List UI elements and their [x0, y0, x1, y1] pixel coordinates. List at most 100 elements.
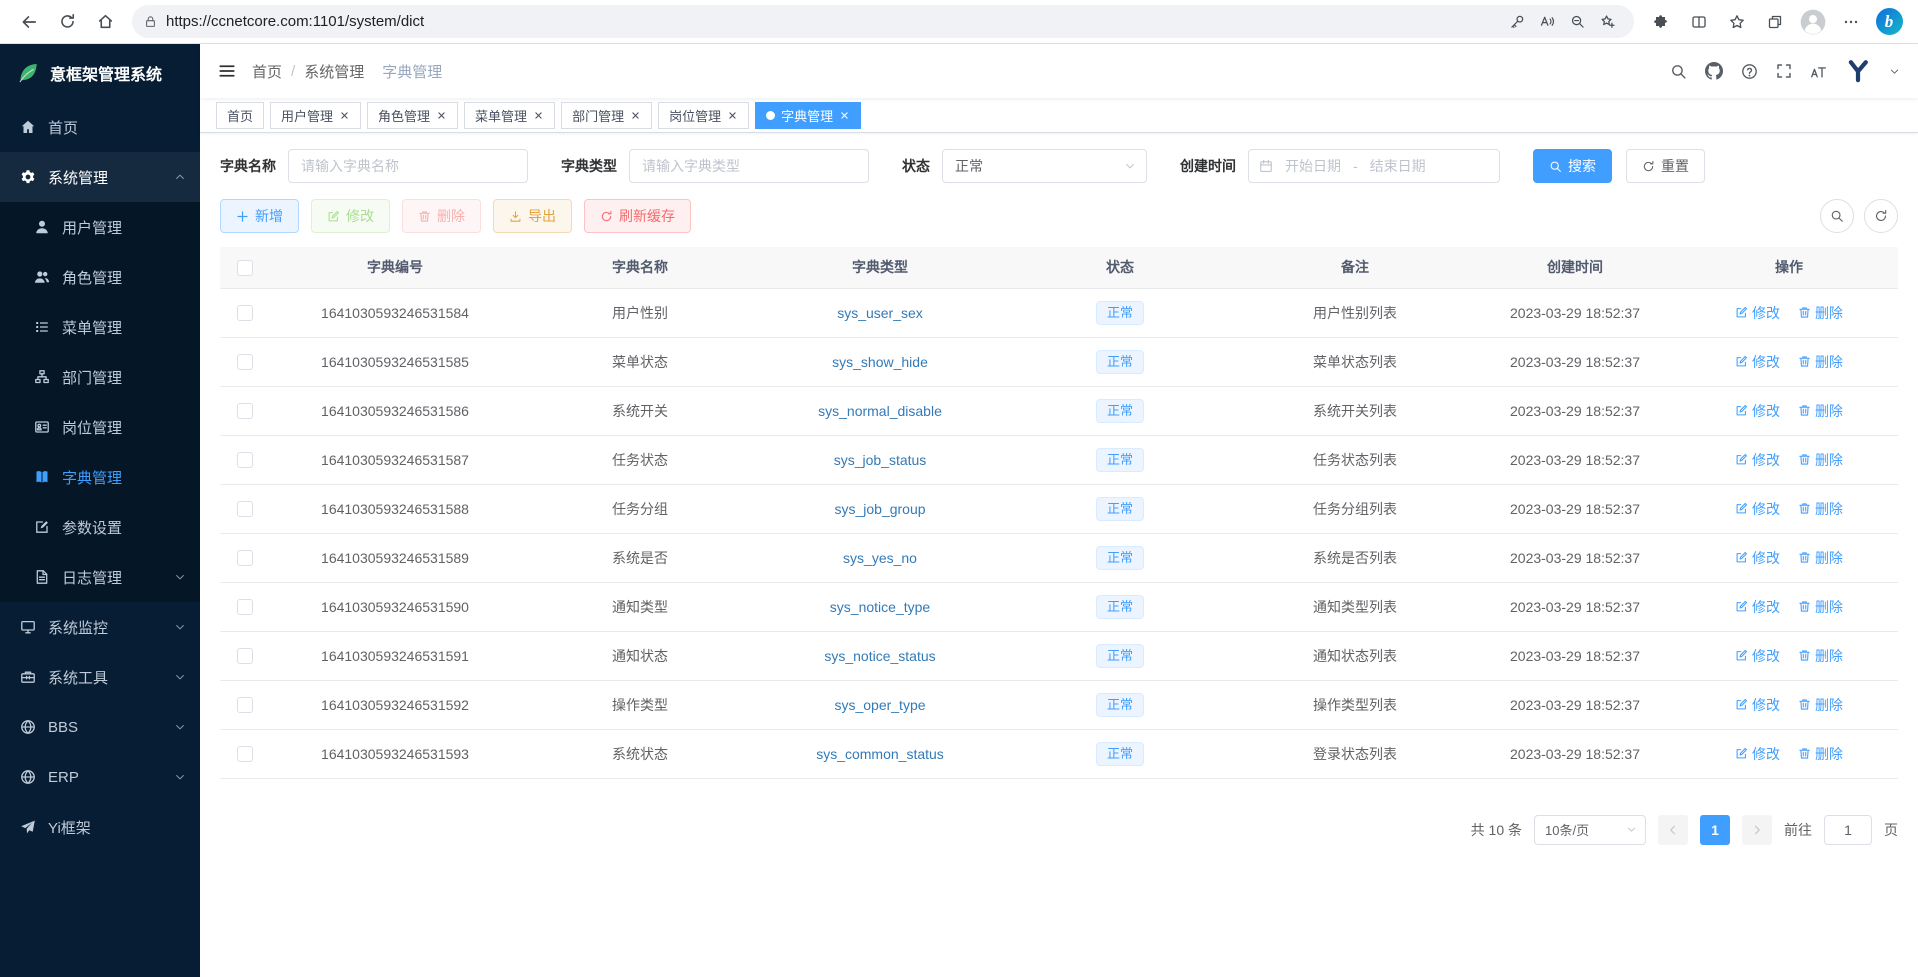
tab-dept-management[interactable]: 部门管理 [561, 102, 652, 129]
sidebar-item-system-tools[interactable]: 系统工具 [0, 652, 200, 702]
prev-page-button[interactable] [1658, 815, 1688, 845]
sidebar-item-role-management[interactable]: 角色管理 [0, 252, 200, 302]
dict-type-link[interactable]: sys_job_group [834, 501, 925, 517]
row-edit-button[interactable]: 修改 [1735, 401, 1780, 421]
sidebar-item-menu-management[interactable]: 菜单管理 [0, 302, 200, 352]
collections-button[interactable] [1756, 5, 1794, 39]
row-delete-button[interactable]: 删除 [1798, 401, 1843, 421]
edit-button[interactable]: 修改 [311, 199, 390, 233]
dict-type-link[interactable]: sys_normal_disable [818, 403, 942, 419]
row-checkbox[interactable] [237, 746, 253, 762]
tab-dict-management[interactable]: 字典管理 [755, 102, 861, 129]
row-checkbox[interactable] [237, 648, 253, 664]
row-delete-button[interactable]: 删除 [1798, 597, 1843, 617]
row-checkbox[interactable] [237, 599, 253, 615]
sidebar-item-post-management[interactable]: 岗位管理 [0, 402, 200, 452]
tab-post-management[interactable]: 岗位管理 [658, 102, 749, 129]
dict-type-link[interactable]: sys_show_hide [832, 354, 928, 370]
row-delete-button[interactable]: 删除 [1798, 450, 1843, 470]
sidebar-item-erp[interactable]: ERP [0, 752, 200, 802]
next-page-button[interactable] [1742, 815, 1772, 845]
split-screen-button[interactable] [1680, 5, 1718, 39]
create-time-range-picker[interactable]: 开始日期 - 结束日期 [1248, 149, 1500, 183]
url-text[interactable]: https://ccnetcore.com:1101/system/dict [166, 13, 1502, 30]
yj-logo[interactable] [1845, 58, 1871, 84]
sidebar-item-bbs[interactable]: BBS [0, 702, 200, 752]
breadcrumb-home[interactable]: 首页 [252, 61, 282, 82]
dict-type-link[interactable]: sys_notice_type [830, 599, 930, 615]
page-number-button[interactable]: 1 [1700, 815, 1730, 845]
favorites-button[interactable] [1718, 5, 1756, 39]
row-edit-button[interactable]: 修改 [1735, 548, 1780, 568]
browser-menu-button[interactable] [1832, 5, 1870, 39]
close-icon[interactable] [727, 110, 738, 121]
row-edit-button[interactable]: 修改 [1735, 744, 1780, 764]
header-search-button[interactable] [1670, 63, 1687, 80]
row-checkbox[interactable] [237, 403, 253, 419]
close-icon[interactable] [630, 110, 641, 121]
row-delete-button[interactable]: 删除 [1798, 303, 1843, 323]
row-delete-button[interactable]: 删除 [1798, 548, 1843, 568]
profile-avatar[interactable] [1794, 5, 1832, 39]
user-dropdown-caret[interactable] [1889, 66, 1900, 77]
add-button[interactable]: 新增 [220, 199, 299, 233]
row-delete-button[interactable]: 删除 [1798, 744, 1843, 764]
help-button[interactable] [1741, 63, 1758, 80]
row-edit-button[interactable]: 修改 [1735, 695, 1780, 715]
row-checkbox[interactable] [237, 501, 253, 517]
dict-type-link[interactable]: sys_common_status [816, 746, 944, 762]
close-icon[interactable] [533, 110, 544, 121]
tab-menu-management[interactable]: 菜单管理 [464, 102, 555, 129]
sidebar-item-param-settings[interactable]: 参数设置 [0, 502, 200, 552]
row-checkbox[interactable] [237, 452, 253, 468]
row-checkbox[interactable] [237, 305, 253, 321]
row-delete-button[interactable]: 删除 [1798, 695, 1843, 715]
breadcrumb-system-management[interactable]: 系统管理 [304, 61, 364, 82]
bing-chat-button[interactable]: b [1870, 5, 1908, 39]
sidebar-item-system-management[interactable]: 系统管理 [0, 152, 200, 202]
tab-user-management[interactable]: 用户管理 [270, 102, 361, 129]
password-key-button[interactable] [1502, 8, 1532, 36]
row-delete-button[interactable]: 删除 [1798, 499, 1843, 519]
sidebar-item-log-management[interactable]: 日志管理 [0, 552, 200, 602]
sidebar-item-dict-management[interactable]: 字典管理 [0, 452, 200, 502]
row-checkbox[interactable] [237, 354, 253, 370]
close-icon[interactable] [436, 110, 447, 121]
sidebar-collapse-button[interactable] [218, 62, 236, 80]
row-edit-button[interactable]: 修改 [1735, 646, 1780, 666]
delete-button[interactable]: 删除 [402, 199, 481, 233]
browser-back-button[interactable] [10, 5, 48, 39]
dict-type-input[interactable] [629, 149, 869, 183]
dict-type-link[interactable]: sys_job_status [834, 452, 927, 468]
refresh-cache-button[interactable]: 刷新缓存 [584, 199, 691, 233]
tab-home[interactable]: 首页 [216, 102, 264, 129]
read-aloud-button[interactable] [1532, 8, 1562, 36]
goto-page-input[interactable] [1824, 815, 1872, 845]
zoom-out-button[interactable] [1562, 8, 1592, 36]
row-checkbox[interactable] [237, 697, 253, 713]
row-edit-button[interactable]: 修改 [1735, 450, 1780, 470]
row-edit-button[interactable]: 修改 [1735, 352, 1780, 372]
search-button[interactable]: 搜索 [1533, 149, 1612, 183]
page-size-select[interactable]: 10条/页 [1534, 815, 1646, 845]
sidebar-item-dept-management[interactable]: 部门管理 [0, 352, 200, 402]
dict-type-link[interactable]: sys_yes_no [843, 550, 917, 566]
row-edit-button[interactable]: 修改 [1735, 499, 1780, 519]
sidebar-item-user-management[interactable]: 用户管理 [0, 202, 200, 252]
browser-home-button[interactable] [86, 5, 124, 39]
row-delete-button[interactable]: 删除 [1798, 646, 1843, 666]
font-size-button[interactable] [1810, 63, 1827, 80]
tab-role-management[interactable]: 角色管理 [367, 102, 458, 129]
dict-type-link[interactable]: sys_oper_type [834, 697, 925, 713]
reset-button[interactable]: 重置 [1626, 149, 1705, 183]
sidebar-item-yi-framework[interactable]: Yi框架 [0, 802, 200, 852]
select-all-checkbox[interactable] [237, 260, 253, 276]
browser-address-bar[interactable]: https://ccnetcore.com:1101/system/dict [132, 5, 1634, 38]
dict-name-input[interactable] [288, 149, 528, 183]
export-button[interactable]: 导出 [493, 199, 572, 233]
browser-refresh-button[interactable] [48, 5, 86, 39]
close-icon[interactable] [339, 110, 350, 121]
row-checkbox[interactable] [237, 550, 253, 566]
close-icon[interactable] [839, 110, 850, 121]
row-edit-button[interactable]: 修改 [1735, 303, 1780, 323]
